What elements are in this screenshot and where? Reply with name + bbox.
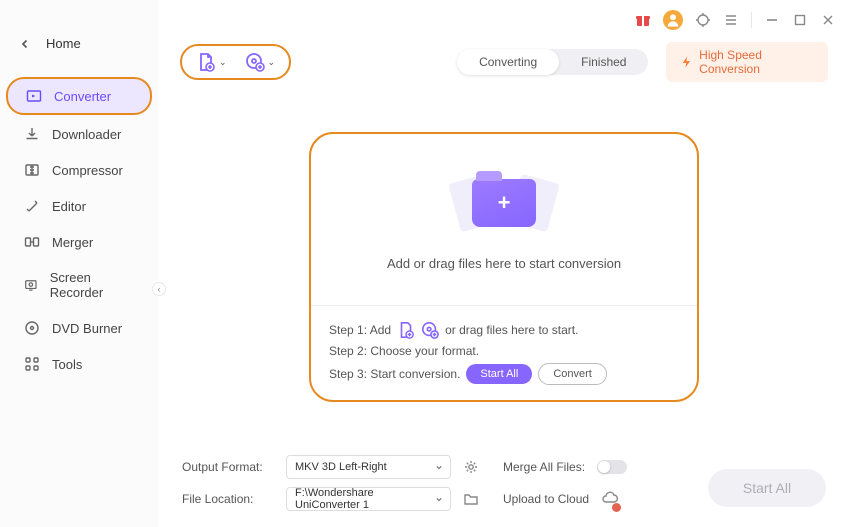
add-buttons-group: ⌄ ⌄ <box>180 44 291 80</box>
step2-text: Step 2: Choose your format. <box>329 344 479 358</box>
lightning-icon <box>680 55 693 69</box>
merger-icon <box>24 234 40 250</box>
upload-cloud-label: Upload to Cloud <box>503 492 589 506</box>
conversion-tabs: Converting Finished <box>457 49 648 75</box>
tools-icon <box>24 356 40 372</box>
sidebar-item-converter[interactable]: Converter <box>6 77 152 115</box>
sidebar-home[interactable]: Home <box>0 30 158 57</box>
high-speed-label: High Speed Conversion <box>699 48 814 76</box>
notification-dot <box>612 503 621 512</box>
folder-illustration: + <box>444 168 564 238</box>
output-format-select[interactable]: MKV 3D Left-Right <box>286 455 451 479</box>
step-3: Step 3: Start conversion. Start All Conv… <box>329 363 679 385</box>
sidebar-item-label: DVD Burner <box>52 321 122 336</box>
minimize-icon[interactable] <box>764 12 780 28</box>
add-disc-button[interactable]: ⌄ <box>245 52 276 72</box>
screen-recorder-icon <box>24 277 38 293</box>
maximize-icon[interactable] <box>792 12 808 28</box>
folder-open-icon[interactable] <box>463 491 479 507</box>
cloud-upload-button[interactable] <box>601 489 619 510</box>
sidebar-item-label: Editor <box>52 199 86 214</box>
chevron-down-icon: ⌄ <box>219 57 227 68</box>
plus-icon: + <box>498 190 511 216</box>
bottom-bar: Output Format: MKV 3D Left-Right Merge A… <box>158 445 850 527</box>
downloader-icon <box>24 126 40 142</box>
menu-icon[interactable] <box>723 12 739 28</box>
sidebar-item-merger[interactable]: Merger <box>6 225 152 259</box>
drop-panel: + Add or drag files here to start conver… <box>309 132 699 402</box>
add-file-icon <box>196 52 216 72</box>
step-1: Step 1: Add or drag files here to start. <box>329 321 679 339</box>
sidebar-item-tools[interactable]: Tools <box>6 347 152 381</box>
compressor-icon <box>24 162 40 178</box>
drop-area[interactable]: + Add or drag files here to start conver… <box>311 134 697 305</box>
sidebar-item-label: Compressor <box>52 163 123 178</box>
step-2: Step 2: Choose your format. <box>329 344 679 358</box>
convert-pill[interactable]: Convert <box>538 363 607 385</box>
drop-text: Add or drag files here to start conversi… <box>387 256 621 271</box>
start-all-pill[interactable]: Start All <box>466 364 532 384</box>
gift-icon[interactable] <box>635 12 651 28</box>
sidebar-item-screen-recorder[interactable]: Screen Recorder <box>6 261 152 309</box>
step1-prefix: Step 1: Add <box>329 323 391 337</box>
tab-finished[interactable]: Finished <box>559 49 648 75</box>
file-location-label: File Location: <box>182 492 274 506</box>
output-format-label: Output Format: <box>182 460 274 474</box>
high-speed-button[interactable]: High Speed Conversion <box>666 42 828 82</box>
sidebar-item-label: Converter <box>54 89 111 104</box>
support-icon[interactable] <box>695 12 711 28</box>
sidebar-item-editor[interactable]: Editor <box>6 189 152 223</box>
sidebar-item-dvd-burner[interactable]: DVD Burner <box>6 311 152 345</box>
editor-icon <box>24 198 40 214</box>
step1-suffix: or drag files here to start. <box>445 323 578 337</box>
sidebar: Home Converter Downloader Compressor Edi… <box>0 0 158 527</box>
start-all-button[interactable]: Start All <box>708 469 826 507</box>
user-avatar[interactable] <box>663 10 683 30</box>
add-disc-icon[interactable] <box>421 321 439 339</box>
close-icon[interactable] <box>820 12 836 28</box>
sidebar-item-label: Screen Recorder <box>50 270 134 300</box>
titlebar <box>635 10 836 30</box>
toolbar: ⌄ ⌄ Converting Finished High Speed Conve… <box>180 42 828 82</box>
sidebar-item-compressor[interactable]: Compressor <box>6 153 152 187</box>
dvd-burner-icon <box>24 320 40 336</box>
merge-files-label: Merge All Files: <box>503 460 585 474</box>
converter-icon <box>26 88 42 104</box>
sidebar-item-label: Downloader <box>52 127 121 142</box>
sidebar-home-label: Home <box>46 36 81 51</box>
step3-text: Step 3: Start conversion. <box>329 367 460 381</box>
sidebar-item-downloader[interactable]: Downloader <box>6 117 152 151</box>
add-disc-icon <box>245 52 265 72</box>
add-file-icon[interactable] <box>397 321 415 339</box>
merge-files-toggle[interactable] <box>597 460 627 474</box>
file-location-select[interactable]: F:\Wondershare UniConverter 1 <box>286 487 451 511</box>
gear-icon[interactable] <box>463 459 479 475</box>
divider <box>751 12 752 28</box>
sidebar-item-label: Tools <box>52 357 82 372</box>
tab-converting[interactable]: Converting <box>457 49 559 75</box>
chevron-down-icon: ⌄ <box>268 57 276 68</box>
steps-section: Step 1: Add or drag files here to start.… <box>311 305 697 400</box>
add-file-button[interactable]: ⌄ <box>196 52 227 72</box>
folder-icon: + <box>472 179 536 227</box>
sidebar-item-label: Merger <box>52 235 93 250</box>
chevron-left-icon <box>20 39 30 49</box>
